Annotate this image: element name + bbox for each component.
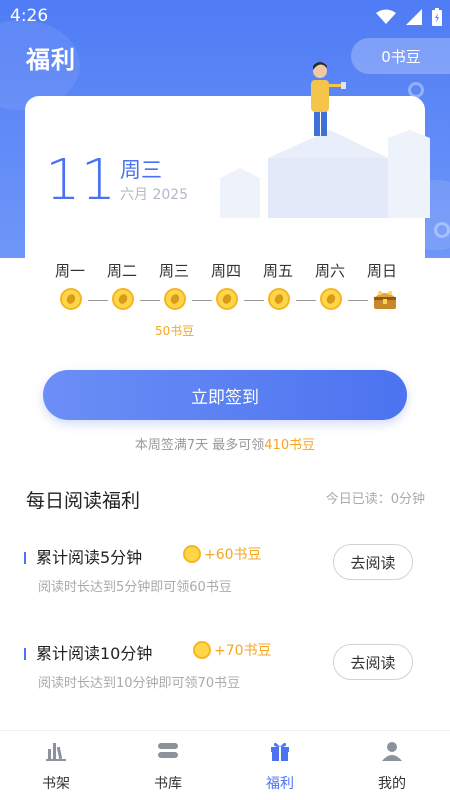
reading-task: 累计阅读10分钟 +70书豆 阅读时长达到10分钟即可领70书豆 去阅读 [0, 636, 450, 726]
status-time: 4:26 [10, 6, 49, 26]
weekday-label: 周五 [262, 262, 293, 280]
section-title: 每日阅读福利 [26, 490, 141, 512]
date-month-year: 六月 2025 [120, 187, 189, 203]
weekday-label: 周日 [366, 262, 397, 280]
go-read-button[interactable]: 去阅读 [333, 544, 413, 580]
profile-icon [382, 742, 402, 761]
coin-icon [60, 288, 82, 310]
signin-hint-text: 本周签满7天 最多可领 [134, 438, 265, 453]
today-reward-label: 50书豆 [155, 324, 195, 338]
coin-icon [193, 641, 211, 659]
tab-bookshelf[interactable]: 书架 [0, 731, 112, 800]
go-read-button[interactable]: 去阅读 [333, 644, 413, 680]
reading-task: 累计阅读5分钟 +60书豆 阅读时长达到5分钟即可领60书豆 去阅读 [0, 540, 450, 630]
status-icons [376, 8, 442, 26]
connector [88, 300, 108, 301]
connector [244, 300, 264, 301]
task-accent-bar [24, 648, 26, 660]
page-title: 福利 [26, 46, 76, 74]
task-reward-text: +60书豆 [204, 547, 262, 563]
weekday-label: 周六 [314, 262, 345, 280]
task-description: 阅读时长达到5分钟即可领60书豆 [38, 580, 232, 595]
weekday-label: 周四 [210, 262, 241, 280]
tab-profile[interactable]: 我的 [336, 731, 448, 800]
checkin-coin-row [0, 288, 450, 318]
date-day: 11 [45, 148, 117, 213]
tab-label: 书库 [154, 776, 182, 792]
library-icon [158, 743, 178, 758]
tab-label: 福利 [266, 776, 294, 792]
tab-label: 书架 [42, 776, 70, 792]
bookshelf-icon [46, 743, 66, 761]
connector [348, 300, 368, 301]
task-title: 累计阅读5分钟 [36, 548, 143, 567]
connector [140, 300, 160, 301]
signin-button[interactable]: 立即签到 [43, 370, 407, 420]
signal-icon [406, 9, 422, 25]
gift-icon [271, 742, 289, 761]
status-bar: 4:26 [0, 0, 450, 32]
task-reward-text: +70书豆 [214, 643, 272, 659]
connector [296, 300, 316, 301]
today-read-time: 今日已读：0分钟 [325, 492, 425, 507]
coin-icon [320, 288, 342, 310]
weekday-label: 周一 [54, 262, 85, 280]
reading-person-illustration [220, 62, 430, 218]
coin-icon [268, 288, 290, 310]
coin-icon [216, 288, 238, 310]
coin-icon [164, 288, 186, 310]
battery-icon [432, 8, 442, 26]
connector [192, 300, 212, 301]
weekday-label: 周二 [106, 262, 137, 280]
wifi-icon [376, 9, 396, 24]
coin-icon [112, 288, 134, 310]
date-weekday: 周三 [120, 158, 162, 182]
task-reward: +60书豆 [183, 544, 262, 564]
checkin-panel: 周一 周二 周三 周四 周五 周六 周日 50书豆 [0, 258, 450, 458]
task-accent-bar [24, 552, 26, 564]
tab-library[interactable]: 书库 [112, 731, 224, 800]
treasure-chest-icon [374, 291, 396, 309]
signin-hint: 本周签满7天 最多可领410书豆 [0, 434, 450, 453]
signin-hint-highlight: 410书豆 [264, 438, 316, 453]
weekday-label: 周三 [158, 262, 189, 280]
tab-label: 我的 [378, 776, 406, 792]
task-reward: +70书豆 [193, 640, 272, 660]
task-title: 累计阅读10分钟 [36, 644, 153, 663]
coin-icon [183, 545, 201, 563]
tab-welfare[interactable]: 福利 [224, 731, 336, 800]
bottom-tab-bar: 书架 书库 福利 我的 [0, 731, 450, 800]
task-description: 阅读时长达到10分钟即可领70书豆 [38, 676, 241, 691]
